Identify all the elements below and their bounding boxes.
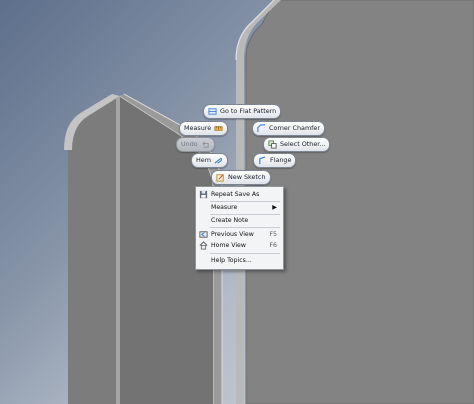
measure-button[interactable]: Measure bbox=[179, 121, 229, 136]
menu-item-label: Help Topics... bbox=[211, 257, 252, 264]
menu-item-label: Home View bbox=[211, 242, 246, 249]
menu-item-shortcut: F6 bbox=[269, 242, 278, 249]
select-other-label: Select Other... bbox=[280, 140, 326, 148]
new-sketch-icon bbox=[216, 174, 224, 182]
left-plate-side bbox=[116, 96, 120, 404]
save-icon bbox=[199, 190, 208, 199]
select-other-button[interactable]: Select Other... bbox=[263, 137, 331, 152]
go-to-flat-pattern-label: Go to Flat Pattern bbox=[220, 107, 277, 115]
menu-item-label: Repeat Save As bbox=[211, 191, 260, 198]
previous-view-icon bbox=[199, 231, 208, 238]
menu-item-label: Measure bbox=[211, 204, 238, 211]
hem-icon bbox=[214, 157, 223, 164]
flange-icon bbox=[259, 156, 266, 165]
undo-label: Undo bbox=[181, 140, 198, 148]
measure-icon bbox=[214, 126, 223, 131]
corner-chamfer-label: Corner Chamfer bbox=[269, 124, 320, 132]
hem-button[interactable]: Hem bbox=[191, 153, 228, 168]
menu-item-home-view[interactable]: Home View F6 bbox=[196, 240, 283, 251]
menu-item-measure[interactable]: Measure ▶ bbox=[196, 202, 283, 213]
home-view-icon bbox=[199, 241, 208, 250]
measure-label: Measure bbox=[184, 124, 212, 132]
menu-item-previous-view[interactable]: Previous View F5 bbox=[196, 229, 283, 240]
3d-viewport[interactable]: Go to Flat Pattern Measure Corner Chamfe… bbox=[0, 0, 474, 404]
left-plate-front bbox=[68, 98, 116, 404]
submenu-arrow-icon: ▶ bbox=[272, 204, 277, 211]
menu-item-label: Create Note bbox=[211, 217, 249, 224]
menu-item-label: Previous View bbox=[211, 231, 254, 238]
menu-item-shortcut: F5 bbox=[269, 231, 278, 238]
corner-chamfer-button[interactable]: Corner Chamfer bbox=[252, 121, 325, 136]
go-to-flat-pattern-button[interactable]: Go to Flat Pattern bbox=[203, 104, 282, 119]
flat-pattern-icon bbox=[208, 108, 217, 115]
flange-button[interactable]: Flange bbox=[253, 153, 297, 168]
corner-chamfer-icon bbox=[257, 124, 266, 133]
undo-button[interactable]: Undo bbox=[176, 137, 215, 152]
menu-separator bbox=[210, 253, 280, 254]
menu-separator bbox=[210, 227, 280, 228]
undo-icon bbox=[202, 141, 209, 148]
hem-label: Hem bbox=[196, 156, 211, 164]
menu-item-repeat-save-as[interactable]: Repeat Save As bbox=[196, 189, 283, 200]
new-sketch-label: New Sketch bbox=[228, 173, 266, 181]
context-menu: Repeat Save As Measure ▶ Create Note Pre… bbox=[195, 186, 284, 270]
menu-item-help-topics[interactable]: Help Topics... bbox=[196, 255, 283, 266]
flange-label: Flange bbox=[270, 156, 292, 164]
select-other-icon bbox=[268, 140, 277, 149]
menu-item-create-note[interactable]: Create Note bbox=[196, 215, 283, 226]
new-sketch-button[interactable]: New Sketch bbox=[211, 170, 271, 185]
